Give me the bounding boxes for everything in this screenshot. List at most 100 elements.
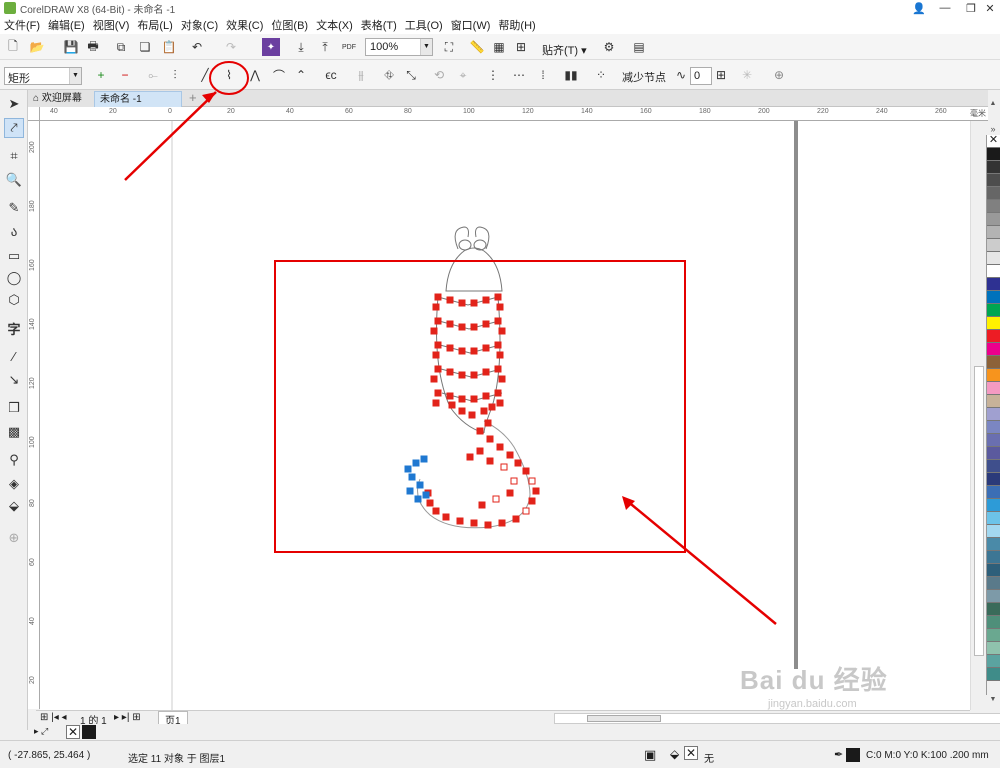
shape-tool-icon[interactable]: ⤤ (4, 118, 24, 138)
join-nodes-icon[interactable]: ⟜ (144, 66, 162, 84)
smoothness-slider-icon[interactable]: ⊞ (712, 66, 730, 84)
vertical-ruler[interactable]: 200 180 160 140 120 100 80 60 40 20 (28, 121, 40, 709)
palette-swatch[interactable] (987, 369, 1000, 382)
show-grid-icon[interactable]: ▦ (490, 38, 508, 56)
palette-swatch[interactable] (987, 304, 1000, 317)
rotate-nodes-icon[interactable]: ⟲ (430, 66, 448, 84)
mirror-h-icon[interactable]: ⋮ (484, 66, 502, 84)
palette-swatch[interactable] (987, 486, 1000, 499)
reverse-direction-icon[interactable]: ϵϲ (322, 66, 340, 84)
copy-icon[interactable]: ❏ (136, 38, 154, 56)
new-document-icon[interactable]: 🗋 (4, 38, 22, 56)
undo-icon[interactable]: ↶ (188, 38, 206, 56)
palette-swatch[interactable] (987, 317, 1000, 330)
extend-curve-icon[interactable]: ⫵ (352, 66, 370, 84)
palette-swatch[interactable] (987, 499, 1000, 512)
palette-scroll-up-icon[interactable]: ▲ (986, 100, 1000, 110)
palette-swatch[interactable] (987, 213, 1000, 226)
palette-swatch[interactable] (987, 590, 1000, 603)
cusp-node-icon[interactable]: ⋀ (246, 66, 264, 84)
palette-swatch[interactable] (987, 564, 1000, 577)
rectangle-tool-icon[interactable]: ▭ (4, 246, 24, 266)
menu-layout[interactable]: 布局(L) (137, 17, 180, 33)
palette-swatch[interactable] (987, 551, 1000, 564)
horizontal-ruler[interactable]: 毫米 40 20 0 20 40 60 80 100 120 140 160 180 200 220 240… (40, 107, 988, 121)
palette-swatch[interactable] (987, 148, 1000, 161)
curve-smoothness-input[interactable]: 0 (690, 67, 712, 85)
outline-color-swatch[interactable] (846, 748, 860, 762)
elastic-mode-icon[interactable]: ⁞ (534, 66, 552, 84)
export-icon[interactable]: ⤒ (316, 38, 334, 56)
options-gear-icon[interactable]: ⚙ (600, 38, 618, 56)
crop-tool-icon[interactable]: ⌗ (4, 146, 24, 166)
pick-tool-icon[interactable]: ➤ (4, 94, 24, 114)
drawing-canvas[interactable]: Bai du 经验 jingyan.baidu.com (40, 121, 970, 710)
palette-swatch[interactable] (987, 434, 1000, 447)
menu-text[interactable]: 文本(X) (316, 17, 361, 33)
palette-swatch[interactable] (987, 616, 1000, 629)
palette-swatch[interactable] (987, 603, 1000, 616)
palette-swatch[interactable] (987, 408, 1000, 421)
menu-table[interactable]: 表格(T) (361, 17, 405, 33)
horizontal-scroll-thumb[interactable] (587, 715, 661, 722)
quick-customize-icon[interactable]: ⊕ (4, 528, 24, 548)
zoom-level-dropdown[interactable]: 100% ▼ (365, 38, 433, 56)
ruler-origin[interactable] (28, 107, 40, 121)
palette-swatch[interactable] (987, 577, 1000, 590)
select-all-nodes-icon[interactable]: ▮▮ (562, 66, 580, 84)
palette-swatch[interactable] (987, 421, 1000, 434)
palette-swatch[interactable] (987, 356, 1000, 369)
no-color-swatch[interactable]: ✕ (66, 725, 80, 739)
page-next-icon[interactable]: ▸ ▸| ⊞ (114, 712, 141, 723)
delete-node-icon[interactable]: − (116, 66, 134, 84)
vertical-scrollbar[interactable] (970, 121, 986, 710)
ellipse-tool-icon[interactable]: ◯ (4, 268, 24, 288)
palette-swatch[interactable] (987, 642, 1000, 655)
palette-swatch[interactable] (987, 525, 1000, 538)
vertical-scroll-thumb[interactable] (974, 366, 984, 656)
palette-swatch[interactable] (987, 382, 1000, 395)
add-node-icon[interactable]: + (92, 66, 110, 84)
redo-icon[interactable]: ↷ (222, 38, 240, 56)
palette-swatch[interactable] (987, 460, 1000, 473)
cut-icon[interactable]: ⧉ (112, 38, 130, 56)
polygon-tool-icon[interactable]: ⬡ (4, 290, 24, 310)
node-grid-icon[interactable]: ⁘ (592, 66, 610, 84)
fill-none-swatch[interactable]: ✕ (684, 746, 698, 760)
publish-pdf-icon[interactable]: PDF (340, 38, 358, 56)
menu-bitmaps[interactable]: 位图(B) (271, 17, 316, 33)
page-first-icon[interactable]: ⊞ |◂ ◂ (40, 712, 67, 723)
menu-edit[interactable]: 编辑(E) (48, 17, 93, 33)
transparency-icon[interactable]: ▩ (4, 422, 24, 442)
drop-shadow-icon[interactable]: ❒ (4, 398, 24, 418)
text-tool-icon[interactable]: 字 (4, 318, 24, 338)
palette-swatch[interactable] (987, 252, 1000, 265)
open-folder-icon[interactable]: 📂 (28, 38, 46, 56)
palette-swatch[interactable] (987, 239, 1000, 252)
palette-swatch[interactable] (987, 668, 1000, 681)
interactive-fill-icon[interactable]: ◈ (4, 474, 24, 494)
palette-swatch[interactable] (987, 512, 1000, 525)
save-icon[interactable]: 💾 (62, 38, 80, 56)
stretch-nodes-icon[interactable]: ⤡ (402, 66, 420, 84)
artistic-media-icon[interactable]: ა (4, 222, 24, 242)
menu-file[interactable]: 文件(F) (4, 17, 48, 33)
mirror-v-icon[interactable]: ⋯ (510, 66, 528, 84)
search-content-icon[interactable]: ✦ (262, 38, 280, 56)
smart-fill-icon[interactable]: ⬙ (4, 496, 24, 516)
palette-none-swatch[interactable]: ✕ (987, 135, 1000, 148)
menu-object[interactable]: 对象(C) (181, 17, 226, 33)
tab-document[interactable]: 未命名 -1 (94, 91, 182, 107)
palette-swatch[interactable] (987, 291, 1000, 304)
align-nodes-icon[interactable]: ⌖ (454, 66, 472, 84)
add-tab-icon[interactable]: + (184, 91, 200, 107)
palette-swatch[interactable] (987, 473, 1000, 486)
color-proof-icon[interactable]: ▣ (644, 747, 656, 763)
menu-help[interactable]: 帮助(H) (498, 17, 543, 33)
palette-swatch[interactable] (987, 343, 1000, 356)
convert-to-line-icon[interactable]: ╱ (196, 66, 214, 84)
palette-swatch[interactable] (987, 629, 1000, 642)
palette-swatch[interactable] (987, 447, 1000, 460)
parallel-dimension-icon[interactable]: ⁄ (4, 346, 24, 366)
black-swatch[interactable] (82, 725, 96, 739)
